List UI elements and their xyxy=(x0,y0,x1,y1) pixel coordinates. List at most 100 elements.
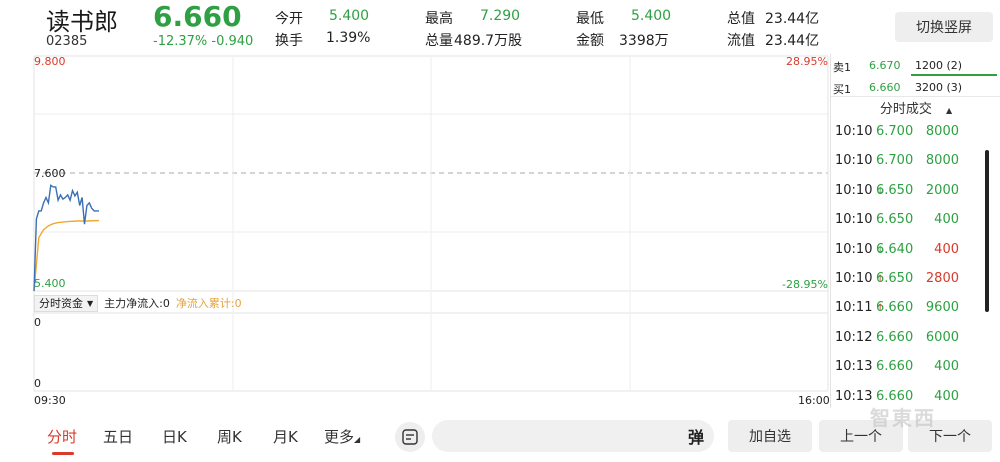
trade-time: 10:10 xyxy=(835,124,873,139)
intraday-chart[interactable]: 9.800 7.600 5.400 28.95% -28.95% 0 0 09:… xyxy=(0,54,830,408)
active-tab-indicator xyxy=(52,452,74,455)
trade-volume: 400 xyxy=(934,359,959,375)
trade-price-value: 6.660 xyxy=(876,359,914,375)
trade-row: 10:10 6.700 8000 xyxy=(831,147,1000,176)
trade-time: 10:13 xyxy=(835,359,873,375)
bottom-toolbar: 分时 五日 日K 周K 月K 更多◢ 弹 加自选 上一个 下一个 xyxy=(0,414,1000,462)
trade-volume: 400 xyxy=(934,212,959,228)
danmu-label: 弹 xyxy=(687,428,704,447)
trade-volume: 400 xyxy=(934,241,959,257)
trade-price-value: 6.650 xyxy=(876,182,914,198)
time-start: 09:30 xyxy=(34,394,66,407)
tab-five-day[interactable]: 五日 xyxy=(103,426,133,447)
pct-axis-top: 28.95% xyxy=(786,55,828,68)
trade-price-value: 6.700 xyxy=(876,153,914,169)
market-cap-label: 总值 xyxy=(727,11,755,27)
pct-axis-bottom: -28.95% xyxy=(782,278,828,291)
trade-price: 6.650 ↑ xyxy=(876,271,913,286)
y-axis-bottom: 5.400 xyxy=(34,277,66,290)
fund-axis-bottom: 0 xyxy=(34,377,41,390)
bid-volume: 3200 (3) xyxy=(915,81,963,94)
low-value: 5.400 xyxy=(631,8,672,24)
change-amount: -0.940 xyxy=(211,34,254,49)
volume-value: 489.7万股 xyxy=(454,33,523,49)
trade-time: 10:10 xyxy=(835,241,873,257)
comment-input[interactable] xyxy=(432,420,714,452)
trade-row: 10:13 6.660 400 xyxy=(831,353,1000,382)
trade-price-value: 6.660 xyxy=(876,300,914,316)
trade-time: 10:10 xyxy=(835,153,873,169)
trade-volume: 8000 xyxy=(925,153,959,169)
amount-label: 金额 xyxy=(576,33,604,49)
time-end: 16:00 xyxy=(798,394,830,407)
trade-price-value: 6.700 xyxy=(876,124,914,139)
trade-row: 10:10 6.700 8000 xyxy=(831,118,1000,147)
trades-header[interactable]: 分时成交 ▲ xyxy=(831,98,1000,118)
trade-price: 6.660 ↑ xyxy=(876,300,913,315)
fund-axis-top: 0 xyxy=(34,316,41,329)
tab-intraday[interactable]: 分时 xyxy=(47,426,77,447)
high-value: 7.290 xyxy=(480,8,521,24)
trade-time: 10:10 xyxy=(835,271,873,286)
open-value: 5.400 xyxy=(329,8,370,24)
turnover-value: 1.39% xyxy=(326,30,371,46)
trade-volume: 2800 xyxy=(925,271,959,286)
trade-time: 10:10 xyxy=(835,182,873,198)
trade-volume: 400 xyxy=(934,388,959,404)
trade-time: 10:12 xyxy=(835,329,873,345)
note-icon xyxy=(402,429,418,445)
high-label: 最高 xyxy=(425,11,453,27)
turnover-label: 换手 xyxy=(275,33,303,49)
trade-time: 10:11 xyxy=(835,300,873,316)
trade-volume: 6000 xyxy=(925,329,959,345)
stock-code: 02385 xyxy=(46,34,88,49)
trade-row: 10:10 6.640 ↓ 400 xyxy=(831,236,1000,265)
current-price: 6.660 xyxy=(153,0,242,33)
ask-volume: 1200 (2) xyxy=(915,59,963,72)
trade-price: 6.650 ↓ xyxy=(876,183,913,198)
switch-portrait-button[interactable]: 切换竖屏 xyxy=(895,12,993,42)
trade-time: 10:10 xyxy=(835,212,873,228)
note-button[interactable] xyxy=(395,422,425,452)
cumulative-net-inflow: 净流入累计:0 xyxy=(175,297,242,310)
fund-flow-bar: 分时资金 ▼ 主力净流入:0 净流入累计:0 xyxy=(34,294,242,312)
intraday-chart-svg xyxy=(33,55,829,392)
market-cap-value: 23.44亿 xyxy=(765,11,820,27)
tab-more[interactable]: 更多◢ xyxy=(324,426,360,447)
float-cap-value: 23.44亿 xyxy=(765,33,820,49)
corner-triangle-icon: ◢ xyxy=(354,435,361,444)
trade-row: 10:10 6.650 ↑ 2800 xyxy=(831,265,1000,294)
tab-more-label: 更多 xyxy=(324,428,355,446)
tab-monthly-k[interactable]: 月K xyxy=(273,426,298,447)
float-cap-label: 流值 xyxy=(727,33,755,49)
trade-panel: 卖1 6.670 1200 (2) 买1 6.660 3200 (3) 分时成交… xyxy=(830,54,1000,408)
trade-time: 10:13 xyxy=(835,388,873,404)
trade-price: 6.640 ↓ xyxy=(876,242,913,257)
ask-label: 卖1 xyxy=(833,61,851,74)
price-line xyxy=(33,184,99,292)
trade-list-scrollbar[interactable] xyxy=(985,150,989,312)
stock-name: 读书郎 xyxy=(46,8,118,36)
ask-row: 卖1 6.670 1200 (2) xyxy=(831,56,1000,74)
orderbook-divider xyxy=(831,96,1000,97)
trade-row: 10:10 6.650 ↓ 2000 xyxy=(831,177,1000,206)
danmu-toggle-button[interactable]: 弹 xyxy=(684,424,708,448)
trades-title: 分时成交 xyxy=(879,102,932,117)
tab-weekly-k[interactable]: 周K xyxy=(217,426,242,447)
trade-row: 10:12 6.660 6000 xyxy=(831,324,1000,353)
bid-row: 买1 6.660 3200 (3) xyxy=(831,78,1000,96)
trade-volume: 8000 xyxy=(925,124,959,139)
add-watchlist-button[interactable]: 加自选 xyxy=(728,420,812,452)
trade-price-value: 6.640 xyxy=(876,241,914,257)
trade-volume: 2000 xyxy=(925,182,959,198)
trade-price-value: 6.660 xyxy=(876,329,914,345)
tab-daily-k[interactable]: 日K xyxy=(162,426,187,447)
trade-price-value: 6.650 xyxy=(876,271,914,286)
low-label: 最低 xyxy=(576,11,604,27)
volume-label: 总量 xyxy=(425,33,453,49)
fund-selector[interactable]: 分时资金 ▼ xyxy=(34,294,99,312)
quote-header: 读书郎 02385 6.660 -12.37% -0.940 今开 5.400 … xyxy=(0,0,1000,52)
fund-selector-label: 分时资金 xyxy=(39,297,83,310)
amount-value: 3398万 xyxy=(619,33,669,49)
ask-depth-bar xyxy=(911,74,997,76)
